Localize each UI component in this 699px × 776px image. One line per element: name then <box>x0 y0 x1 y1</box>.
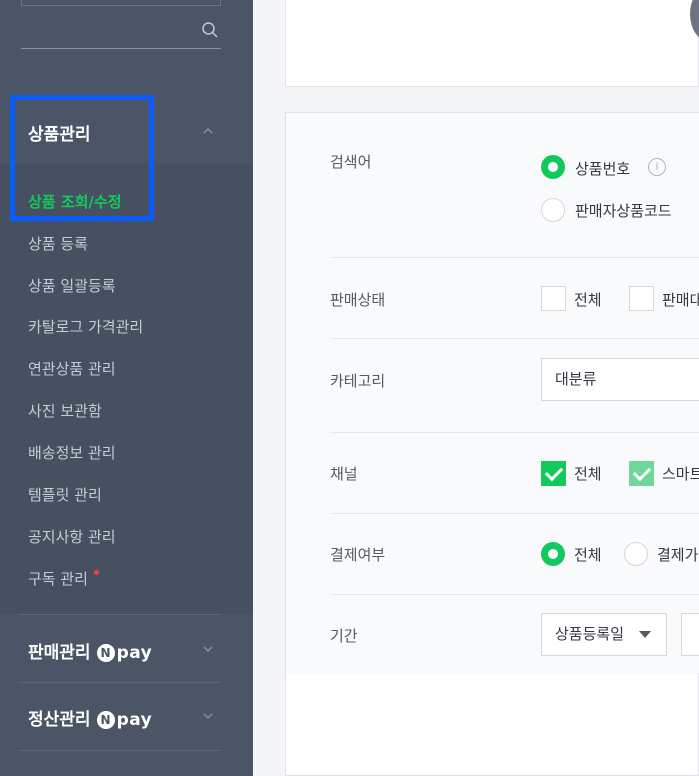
radio-payment-possible-label[interactable]: 결제가 <box>657 544 698 565</box>
radio-product-number-label[interactable]: 상품번호 <box>575 158 630 179</box>
checkbox-status-all-label[interactable]: 전체 <box>574 289 602 310</box>
radio-payment-possible[interactable] <box>624 542 648 566</box>
checkbox-status-waiting-label[interactable]: 판매대 <box>662 289 699 310</box>
section-title-sales[interactable]: 판매관리 Npay <box>28 638 152 663</box>
sidebar: 상품관리 상품 조회/수정 상품 등록 상품 일괄등록 카탈로그 가격관리 연관… <box>0 0 253 776</box>
main-content: 검색어 상품번호 i 판매자상품코드 판매상태 전체 판매대 카테고리 대분류 … <box>253 0 699 776</box>
sidebar-item-catalog-price[interactable]: 카탈로그 가격관리 <box>28 316 143 337</box>
chevron-up-icon[interactable] <box>203 126 213 136</box>
label-payment: 결제여부 <box>330 546 386 564</box>
divider <box>18 750 221 751</box>
highlight-annotation-box <box>10 95 154 221</box>
sidebar-item-subscription[interactable]: 구독 관리 <box>28 568 99 589</box>
label-sale-status: 판매상태 <box>330 291 386 309</box>
chevron-down-icon[interactable] <box>203 644 213 654</box>
radio-payment-all-label[interactable]: 전체 <box>574 544 602 565</box>
category-select[interactable]: 대분류 <box>541 358 699 401</box>
row-divider <box>330 594 699 595</box>
radio-seller-product-code-label[interactable]: 판매자상품코드 <box>575 200 672 221</box>
checkbox-channel-all[interactable] <box>541 461 566 486</box>
sidebar-item-subscription-label: 구독 관리 <box>28 570 88 588</box>
checkbox-status-waiting[interactable] <box>629 286 654 311</box>
avatar[interactable] <box>690 0 699 42</box>
checkbox-channel-smartstore[interactable] <box>629 461 654 486</box>
period-type-select-value: 상품등록일 <box>555 625 625 643</box>
date-start-input[interactable] <box>681 613 699 656</box>
label-category: 카테고리 <box>330 372 386 390</box>
sidebar-item-photo-storage[interactable]: 사진 보관함 <box>28 400 102 421</box>
npay-badge: Npay <box>96 643 153 663</box>
divider <box>18 682 221 683</box>
sidebar-item-related-products[interactable]: 연관상품 관리 <box>28 358 116 379</box>
chevron-down-icon[interactable] <box>203 711 213 721</box>
checkbox-channel-smartstore-label[interactable]: 스마트 <box>662 463 699 484</box>
checkbox-channel-all-label[interactable]: 전체 <box>574 463 602 484</box>
row-divider <box>330 513 699 514</box>
search-underline <box>21 48 221 49</box>
row-divider <box>330 257 699 258</box>
sidebar-item-product-register[interactable]: 상품 등록 <box>28 233 88 254</box>
checkbox-status-all[interactable] <box>541 286 566 311</box>
sidebar-item-bulk-register[interactable]: 상품 일괄등록 <box>28 275 116 296</box>
sidebar-item-templates[interactable]: 템플릿 관리 <box>28 484 102 505</box>
sidebar-item-shipping-info[interactable]: 배송정보 관리 <box>28 442 116 463</box>
row-divider <box>330 338 699 339</box>
new-badge-dot <box>93 570 99 575</box>
section-title-sales-label: 판매관리 <box>28 643 91 663</box>
npay-badge: Npay <box>96 710 153 730</box>
row-divider <box>330 432 699 433</box>
section-title-settlement-label: 정산관리 <box>28 710 91 730</box>
section-title-settlement[interactable]: 정산관리 Npay <box>28 705 152 730</box>
search-box-edge <box>21 0 221 6</box>
label-search-term: 검색어 <box>330 153 372 171</box>
npay-text: pay <box>116 710 153 730</box>
info-icon[interactable]: i <box>648 158 666 176</box>
radio-payment-all[interactable] <box>541 542 565 566</box>
divider <box>18 614 221 615</box>
label-channel: 채널 <box>330 465 358 483</box>
search-form: 검색어 상품번호 i 판매자상품코드 판매상태 전체 판매대 카테고리 대분류 … <box>285 112 699 776</box>
chevron-down-icon <box>639 631 651 638</box>
npay-text: pay <box>116 643 153 663</box>
npay-n-icon: N <box>96 711 115 729</box>
top-card <box>285 0 699 87</box>
npay-n-icon: N <box>96 644 115 662</box>
label-period: 기간 <box>330 627 358 645</box>
search-icon[interactable] <box>201 21 219 39</box>
radio-seller-product-code[interactable] <box>541 198 565 222</box>
sidebar-search[interactable] <box>21 0 221 50</box>
sidebar-item-notices[interactable]: 공지사항 관리 <box>28 526 116 547</box>
radio-product-number[interactable] <box>541 155 565 179</box>
